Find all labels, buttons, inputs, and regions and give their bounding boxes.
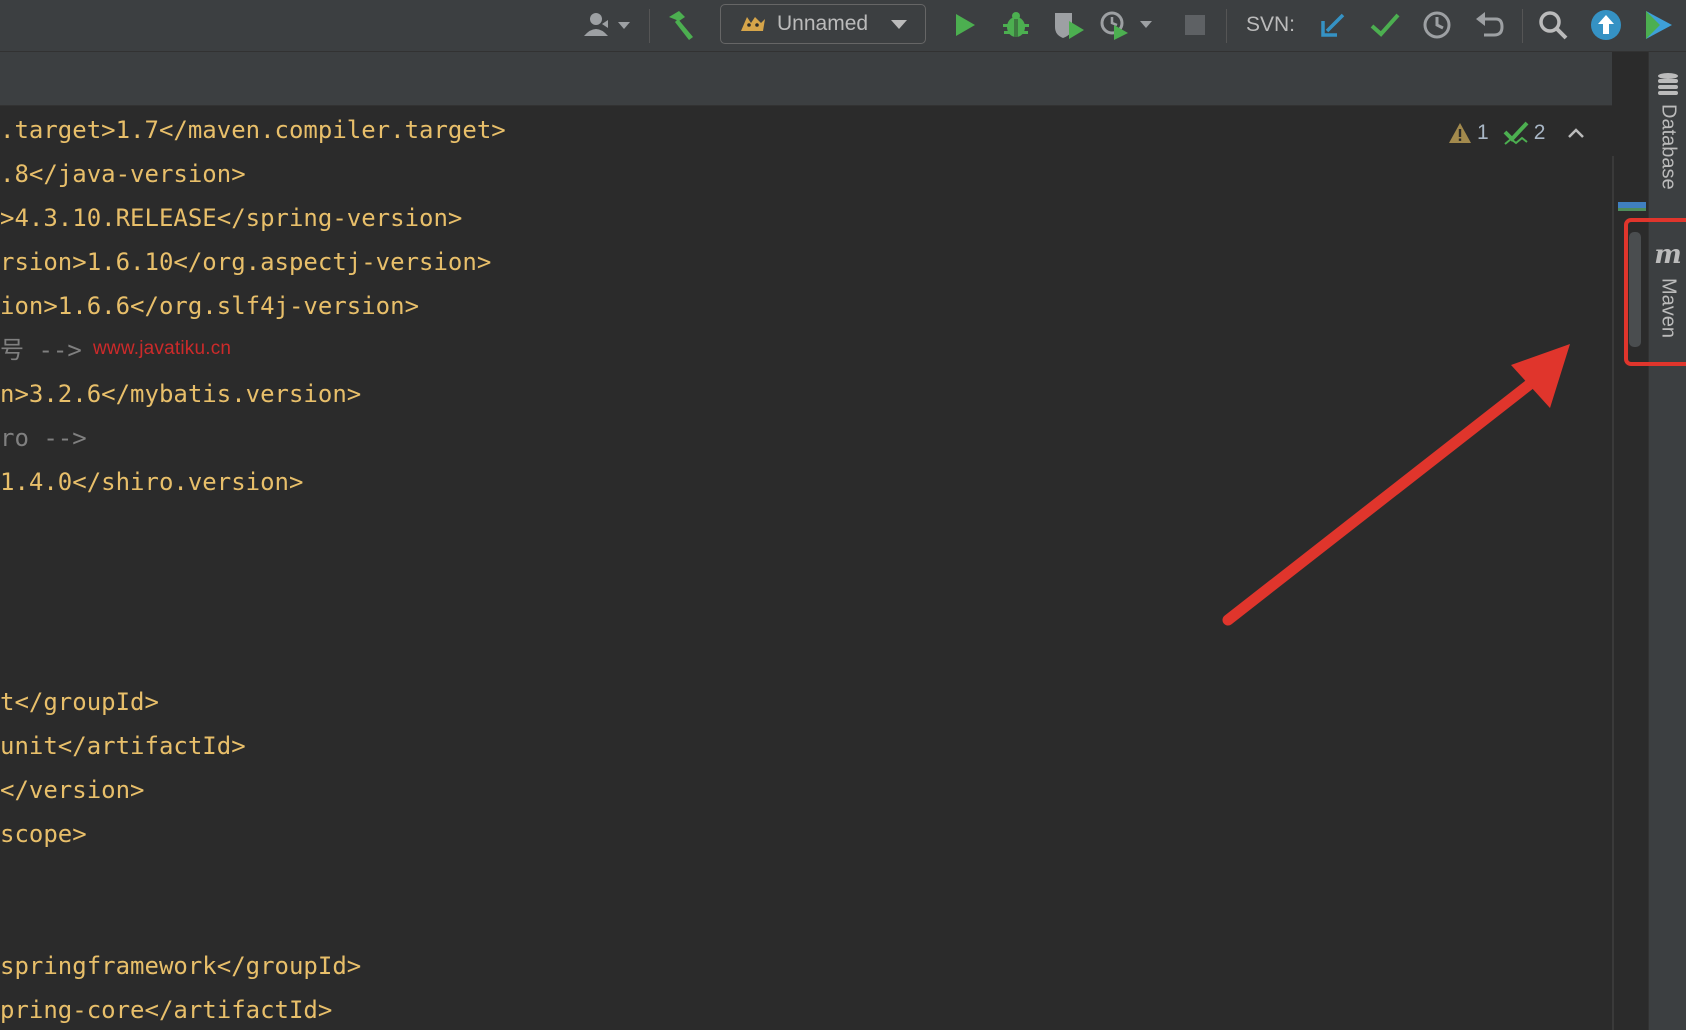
editor-tab-strip [0, 52, 1612, 106]
code-line[interactable]: t</groupId> [0, 680, 159, 724]
error-stripe-marker[interactable] [1618, 208, 1646, 211]
profile-icon [1100, 11, 1152, 40]
chevron-down-icon [1611, 127, 1612, 139]
database-icon [1658, 73, 1678, 95]
run-configuration-label: Unnamed [777, 12, 869, 35]
warning-icon [1449, 123, 1471, 143]
stop-icon [1185, 15, 1205, 35]
main-toolbar: Unnamed SVN: [0, 0, 1686, 52]
code-editor[interactable]: .target>1.7</maven.compiler.target> .8</j… [0, 106, 1612, 1030]
code-line[interactable]: n>3.2.6</mybatis.version> [0, 372, 361, 416]
history-icon [1423, 11, 1451, 39]
plugin-button[interactable] [1638, 0, 1678, 50]
svn-label: SVN: [1246, 13, 1296, 36]
debug-button[interactable] [998, 0, 1034, 50]
warnings-counter[interactable]: 1 [1448, 121, 1489, 145]
stop-button[interactable] [1180, 0, 1210, 50]
code-line[interactable]: scope> [0, 812, 87, 856]
code-line[interactable]: </version> [0, 768, 145, 812]
build-button[interactable] [662, 0, 702, 50]
inspection-widget[interactable]: 1 2 [1448, 118, 1612, 148]
warnings-count: 1 [1477, 121, 1489, 144]
toolbar-separator [1522, 9, 1523, 43]
chevron-down-icon [891, 20, 907, 29]
code-line[interactable]: .target>1.7</maven.compiler.target> [0, 108, 506, 152]
maven-highlight-box [1624, 218, 1686, 366]
code-line[interactable]: rsion>1.6.10</org.aspectj-version> [0, 240, 491, 284]
svn-update-icon [1321, 13, 1345, 37]
code-line[interactable]: ro --> [0, 416, 87, 460]
user-icon [584, 13, 630, 36]
run-icon [956, 14, 975, 36]
toolbar-separator [649, 9, 650, 43]
run-configuration-selector[interactable]: Unnamed [720, 4, 926, 44]
debug-icon [1003, 12, 1029, 37]
database-tool-tab[interactable]: Database [1649, 72, 1686, 190]
right-tool-window-strip: Database m Maven [1648, 52, 1686, 1030]
svn-commit-button[interactable] [1368, 0, 1402, 50]
rollback-icon [1476, 12, 1504, 37]
upgrade-icon [1591, 10, 1621, 40]
check-icon [1503, 121, 1529, 145]
code-line[interactable]: 1.4.0</shiro.version> [0, 460, 303, 504]
database-tab-label: Database [1657, 104, 1680, 190]
code-line[interactable]: .8</java-version> [0, 152, 246, 196]
code-line[interactable]: unit</artifactId> [0, 724, 246, 768]
toolbar-separator [1226, 9, 1227, 43]
editor-scrollbar-track[interactable] [1612, 156, 1614, 1030]
svn-commit-icon [1370, 13, 1400, 37]
plugin-icon [1646, 11, 1672, 39]
next-highlight-button[interactable] [1611, 127, 1612, 139]
svn-update-button[interactable] [1316, 0, 1350, 50]
search-icon [1539, 11, 1568, 40]
code-line[interactable]: ion>1.6.6</org.slf4j-version> [0, 284, 419, 328]
code-line[interactable]: 号 --> [0, 328, 82, 372]
hammer-icon [669, 11, 693, 40]
search-everywhere-button[interactable] [1536, 0, 1570, 50]
tomcat-icon [739, 13, 767, 35]
ide-update-button[interactable] [1588, 0, 1624, 50]
run-button[interactable] [948, 0, 982, 50]
svn-rollback-button[interactable] [1472, 0, 1506, 50]
code-line[interactable]: >4.3.10.RELEASE</spring-version> [0, 196, 462, 240]
weak-warnings-count: 2 [1533, 121, 1546, 144]
svn-history-button[interactable] [1420, 0, 1454, 50]
weak-warnings-counter[interactable]: 2 [1503, 120, 1546, 146]
code-line[interactable]: springframework</groupId> [0, 944, 361, 988]
coverage-button[interactable] [1050, 0, 1088, 50]
coverage-icon [1055, 13, 1084, 39]
profile-menu-button[interactable] [1098, 0, 1156, 50]
previous-highlight-button[interactable] [1567, 127, 1585, 139]
code-line[interactable]: pring-core</artifactId> [0, 988, 332, 1030]
watermark-text: www.javatiku.cn [93, 338, 232, 359]
user-menu-button[interactable] [578, 0, 638, 50]
chevron-up-icon [1568, 128, 1585, 138]
